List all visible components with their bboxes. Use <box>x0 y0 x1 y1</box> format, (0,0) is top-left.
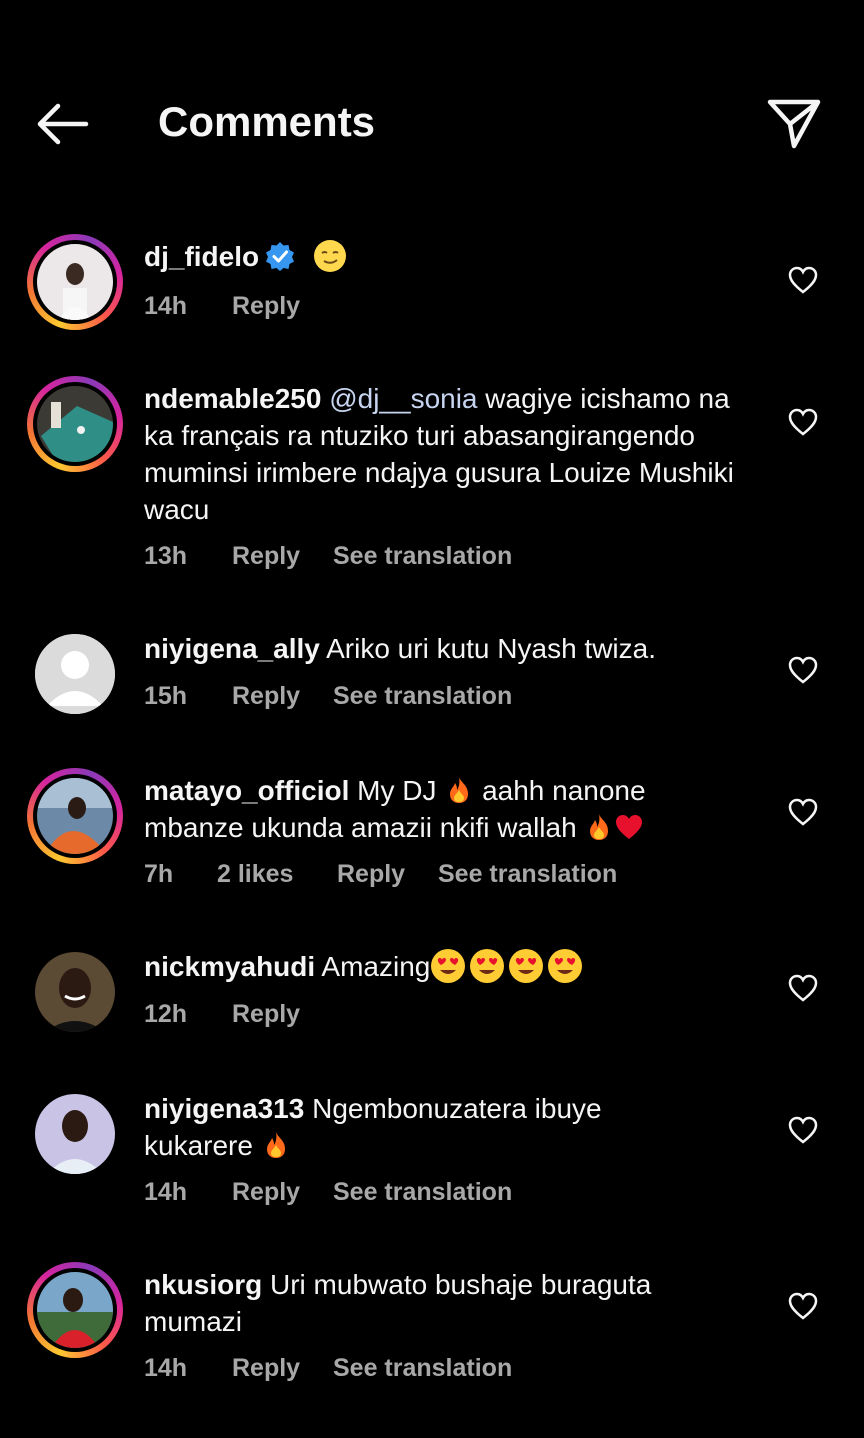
see-translation-button[interactable]: See translation <box>333 1354 512 1383</box>
avatar[interactable] <box>27 376 123 472</box>
comment-text: Uri mubwato bushaje buraguta <box>270 1269 652 1300</box>
page-title: Comments <box>158 98 376 145</box>
heart-icon[interactable] <box>788 408 818 436</box>
fire-emoji-icon <box>590 814 609 840</box>
header-bar: Comments <box>0 0 864 200</box>
timestamp: 15h <box>144 682 188 710</box>
heart-icon[interactable] <box>788 1116 818 1144</box>
comment-text: Ngembonuzatera ibuye <box>312 1093 602 1124</box>
timestamp: 12h <box>144 1000 188 1028</box>
see-translation-button[interactable]: See translation <box>438 860 617 889</box>
heart-eyes-emoji-icon <box>470 949 505 983</box>
username[interactable]: niyigena_ally <box>144 633 320 664</box>
comment-text: My DJ <box>357 775 437 806</box>
heart-icon[interactable] <box>788 974 818 1002</box>
see-translation-button[interactable]: See translation <box>333 1178 512 1207</box>
reply-button[interactable]: Reply <box>232 542 300 571</box>
arrow-left-icon <box>37 103 89 145</box>
avatar[interactable] <box>27 626 123 722</box>
heart-icon[interactable] <box>788 266 818 294</box>
username[interactable]: ndemable250 <box>144 383 321 414</box>
username[interactable]: niyigena313 <box>144 1093 304 1124</box>
see-translation-button[interactable]: See translation <box>333 682 512 711</box>
fire-emoji-icon <box>266 1132 285 1158</box>
comment-body: niyigena_ally Ariko uri kutu Nyash twiza… <box>144 630 764 667</box>
paper-plane-icon <box>767 99 821 149</box>
heart-icon[interactable] <box>788 798 818 826</box>
red-heart-emoji-icon <box>616 815 643 839</box>
comment-text: mbanze ukunda amazii nkifi wallah <box>144 812 577 843</box>
heart-eyes-emoji-group <box>430 949 583 983</box>
comment-text: Ariko uri kutu Nyash twiza. <box>326 633 656 664</box>
username[interactable]: dj_fidelo <box>144 241 259 272</box>
username[interactable]: nickmyahudi <box>144 951 315 982</box>
share-button[interactable] <box>766 96 822 152</box>
heart-eyes-emoji-icon <box>509 949 544 983</box>
smiling-face-emoji-icon <box>313 240 346 272</box>
comment-text: mumazi <box>144 1306 243 1337</box>
reply-button[interactable]: Reply <box>337 860 405 889</box>
username[interactable]: matayo_officiol <box>144 775 349 806</box>
comment-text: Amazing <box>321 951 431 982</box>
timestamp: 14h <box>144 1354 188 1382</box>
reply-button[interactable]: Reply <box>232 682 300 711</box>
timestamp: 14h <box>144 1178 188 1206</box>
comment-body: dj_fidelo <box>144 238 764 275</box>
reply-button[interactable]: Reply <box>232 1178 300 1207</box>
comment-body: matayo_officiol My DJ aahh nanone mbanze… <box>144 772 764 846</box>
username[interactable]: nkusiorg <box>144 1269 262 1300</box>
comment-text: kukarere <box>144 1130 253 1161</box>
verified-badge-icon <box>266 242 295 271</box>
see-translation-button[interactable]: See translation <box>333 542 512 571</box>
avatar[interactable] <box>27 944 123 1040</box>
avatar[interactable] <box>27 768 123 864</box>
likes-count[interactable]: 2 likes <box>217 860 293 889</box>
back-button[interactable] <box>32 100 90 148</box>
comment-body: ndemable250 @dj__sonia wagiye icishamo n… <box>144 380 764 528</box>
heart-eyes-emoji-icon <box>548 949 583 983</box>
reply-button[interactable]: Reply <box>232 1000 300 1029</box>
heart-icon[interactable] <box>788 656 818 684</box>
mention-link[interactable]: @dj__sonia <box>329 383 477 414</box>
avatar[interactable] <box>27 1262 123 1358</box>
timestamp: 7h <box>144 860 174 888</box>
reply-button[interactable]: Reply <box>232 292 300 321</box>
comment-text: aahh nanone <box>482 775 646 806</box>
comment-body: nkusiorg Uri mubwato bushaje buraguta mu… <box>144 1266 764 1340</box>
fire-emoji-icon <box>450 777 469 803</box>
comment-body: nickmyahudi Amazing <box>144 948 764 985</box>
heart-icon[interactable] <box>788 1292 818 1320</box>
comment-body: niyigena313 Ngembonuzatera ibuye kukarer… <box>144 1090 764 1164</box>
timestamp: 14h <box>144 292 188 320</box>
reply-button[interactable]: Reply <box>232 1354 300 1383</box>
avatar[interactable] <box>27 1086 123 1182</box>
avatar[interactable] <box>27 234 123 330</box>
heart-eyes-emoji-icon <box>431 949 466 983</box>
timestamp: 13h <box>144 542 188 570</box>
